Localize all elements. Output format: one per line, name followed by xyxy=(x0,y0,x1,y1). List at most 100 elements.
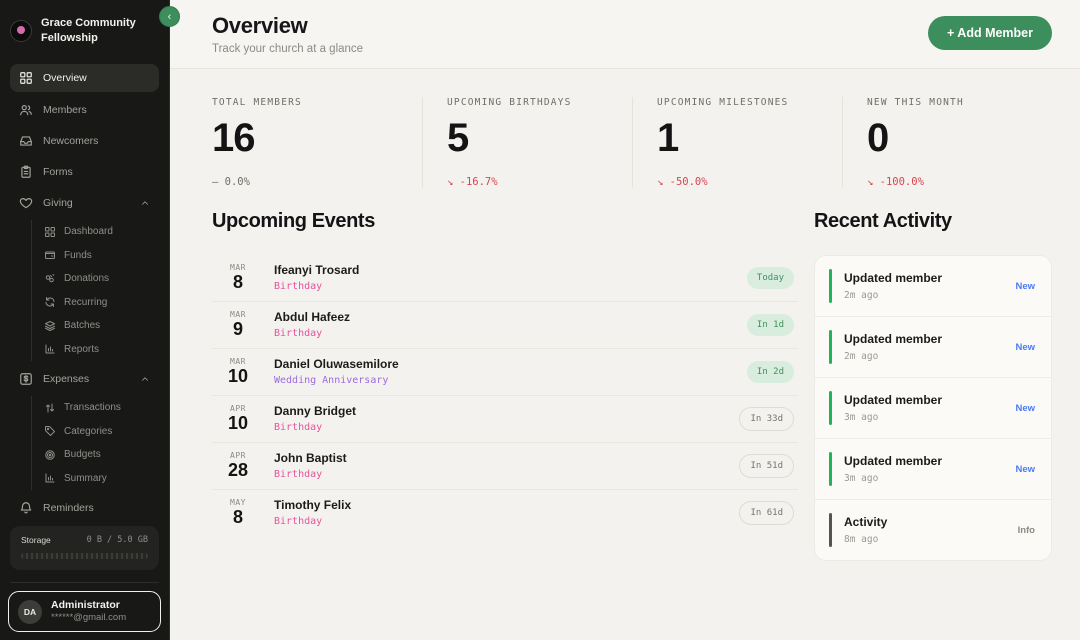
activity-status-bar xyxy=(829,391,832,425)
event-row[interactable]: MAY8Timothy FelixBirthdayIn 61d xyxy=(212,489,798,536)
page-header: Overview Track your church at a glance +… xyxy=(170,0,1080,69)
stat-delta: — 0.0% xyxy=(212,176,404,188)
event-date: MAR10 xyxy=(220,357,256,386)
event-row[interactable]: APR28John BaptistBirthdayIn 51d xyxy=(212,442,798,489)
grid-icon xyxy=(44,226,56,238)
stat-label: UPCOMING MILESTONES xyxy=(657,97,824,108)
activity-tag: New xyxy=(1015,281,1035,292)
event-month: APR xyxy=(220,451,256,460)
event-month: MAR xyxy=(220,357,256,366)
expenses-submenu: Transactions Categories Budgets Summary xyxy=(31,396,159,490)
sidebar-subitem-label: Batches xyxy=(64,320,100,331)
activity-title: Updated member xyxy=(844,393,1007,407)
sidebar-item-label: Reminders xyxy=(43,502,94,514)
event-row[interactable]: MAR10 Daniel OluwasemiloreWedding Anniver… xyxy=(212,348,798,395)
add-member-button[interactable]: + Add Member xyxy=(928,16,1052,50)
grid-icon xyxy=(19,71,33,85)
chart-icon xyxy=(44,472,56,484)
sidebar-subitem-recurring[interactable]: Recurring xyxy=(40,291,159,315)
event-day: 8 xyxy=(220,272,256,292)
event-countdown-badge: In 2d xyxy=(747,361,794,383)
storage-progress-bar xyxy=(21,553,148,559)
sidebar-item-newcomers[interactable]: Newcomers xyxy=(10,127,159,154)
event-info: John BaptistBirthday xyxy=(274,451,739,480)
sidebar-item-label: Overview xyxy=(43,72,87,84)
account-name: Administrator xyxy=(51,599,126,612)
stat-card-new-this-month: NEW THIS MONTH0↘ -100.0% xyxy=(842,97,1052,188)
tag-icon xyxy=(44,425,56,437)
sidebar-subitem-label: Budgets xyxy=(64,449,101,460)
sidebar-item-members[interactable]: Members xyxy=(10,96,159,123)
event-info: Timothy FelixBirthday xyxy=(274,498,739,527)
event-type: Wedding Anniversary xyxy=(274,375,747,386)
page-subtitle: Track your church at a glance xyxy=(212,43,363,55)
storage-label: Storage xyxy=(21,535,51,545)
event-name: Ifeanyi Trosard xyxy=(274,263,747,277)
activity-item[interactable]: Updated member3m agoNew xyxy=(815,377,1051,438)
event-info: Ifeanyi TrosardBirthday xyxy=(274,263,747,292)
sidebar-subitem-funds[interactable]: Funds xyxy=(40,244,159,268)
sidebar-item-giving[interactable]: Giving xyxy=(10,189,159,216)
event-info: Abdul HafeezBirthday xyxy=(274,310,747,339)
event-row[interactable]: APR10Danny BridgetBirthdayIn 33d xyxy=(212,395,798,442)
sidebar-subitem-label: Recurring xyxy=(64,297,107,308)
event-day: 10 xyxy=(220,413,256,433)
sidebar-subitem-dashboard[interactable]: Dashboard xyxy=(40,220,159,244)
chevron-up-icon xyxy=(140,198,150,208)
sidebar-collapse-button[interactable]: ‹ xyxy=(159,6,180,27)
activity-time: 3m ago xyxy=(844,473,1007,484)
sidebar-subitem-reports[interactable]: Reports xyxy=(40,338,159,362)
activity-item[interactable]: Updated member2m agoNew xyxy=(815,256,1051,316)
bell-icon xyxy=(19,501,33,515)
stat-card-upcoming-milestones: UPCOMING MILESTONES1↘ -50.0% xyxy=(632,97,842,188)
activity-item[interactable]: Updated member2m agoNew xyxy=(815,316,1051,377)
activity-status-bar xyxy=(829,269,832,303)
event-countdown-badge: In 51d xyxy=(739,454,794,478)
sidebar-subitem-categories[interactable]: Categories xyxy=(40,420,159,444)
activity-item[interactable]: Updated member3m agoNew xyxy=(815,438,1051,499)
stat-card-total-members: TOTAL MEMBERS16— 0.0% xyxy=(212,97,422,188)
activity-time: 2m ago xyxy=(844,351,1007,362)
activity-body: Updated member 3m ago xyxy=(844,454,1007,484)
sidebar-subitem-donations[interactable]: Donations xyxy=(40,267,159,291)
inbox-icon xyxy=(19,134,33,148)
sidebar-item-reminders[interactable]: Reminders xyxy=(10,494,159,520)
event-date: MAY8 xyxy=(220,498,256,527)
activity-title: Updated member xyxy=(844,454,1007,468)
target-icon xyxy=(44,449,56,461)
event-name: Danny Bridget xyxy=(274,404,739,418)
event-type: Birthday xyxy=(274,328,747,339)
sidebar-subitem-label: Funds xyxy=(64,250,92,261)
event-info: Daniel OluwasemiloreWedding Anniversary xyxy=(274,357,747,386)
sidebar-item-label: Expenses xyxy=(43,373,89,385)
activity-body: Updated member3m ago xyxy=(844,393,1007,423)
sidebar-item-overview[interactable]: Overview xyxy=(10,64,159,92)
refresh-icon xyxy=(44,296,56,308)
sidebar-subitem-batches[interactable]: Batches xyxy=(40,314,159,338)
account-menu[interactable]: DA Administrator ******@gmail.com xyxy=(8,591,161,632)
sidebar-subitem-summary[interactable]: Summary xyxy=(40,467,159,491)
stat-value: 5 xyxy=(447,116,614,160)
sidebar-subitem-transactions[interactable]: Transactions xyxy=(40,396,159,420)
stat-value: 1 xyxy=(657,116,824,160)
sidebar-item-expenses[interactable]: Expenses xyxy=(10,365,159,392)
sidebar: Grace Community Fellowship OverviewMembe… xyxy=(0,0,170,640)
recent-activity-section: Recent Activity Updated member2m agoNewU… xyxy=(814,210,1052,561)
event-list: MAR8Ifeanyi TrosardBirthdayTodayMAR9Abdu… xyxy=(212,255,798,536)
event-day: 8 xyxy=(220,507,256,527)
event-row[interactable]: MAR8Ifeanyi TrosardBirthdayToday xyxy=(212,255,798,301)
event-day: 9 xyxy=(220,319,256,339)
sidebar-subitem-budgets[interactable]: Budgets xyxy=(40,443,159,467)
event-countdown-badge: In 1d xyxy=(747,314,794,336)
sidebar-item-forms[interactable]: Forms xyxy=(10,158,159,185)
event-date: APR10 xyxy=(220,404,256,433)
storage-widget: Storage 0 B / 5.0 GB xyxy=(10,526,159,570)
activity-item[interactable]: Activity8m agoInfo xyxy=(815,499,1051,560)
event-row[interactable]: MAR9Abdul HafeezBirthdayIn 1d xyxy=(212,301,798,348)
stat-label: NEW THIS MONTH xyxy=(867,97,1034,108)
events-section-title: Upcoming Events xyxy=(212,210,798,233)
sidebar-subitem-label: Transactions xyxy=(64,402,121,413)
chart-icon xyxy=(44,343,56,355)
chevron-up-icon xyxy=(140,374,150,384)
sidebar-item-label: Members xyxy=(43,104,87,116)
